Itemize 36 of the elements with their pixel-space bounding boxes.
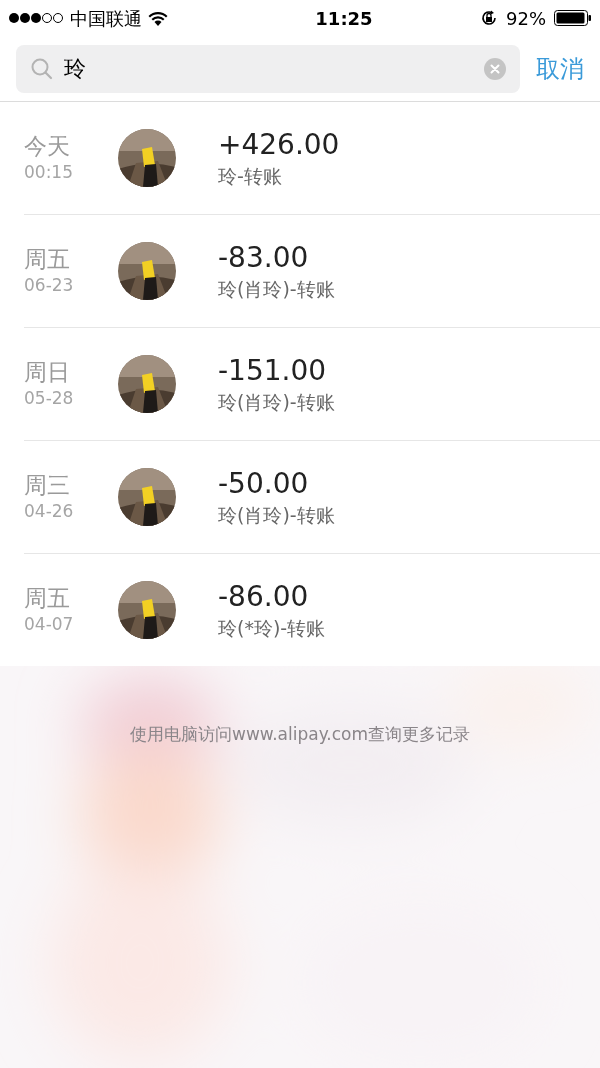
- time-label: 06-23: [24, 277, 75, 294]
- amount: -86.00: [218, 582, 310, 611]
- record-row[interactable]: 今天 00:15 +426.00 玲-转账: [0, 102, 600, 214]
- time-label: 00:15: [24, 164, 74, 181]
- record-row[interactable]: 周五 04-07 -86.00 玲(*玲)-转账: [0, 554, 600, 666]
- signal-icon: [8, 12, 64, 24]
- carrier-name: 中国联通: [70, 6, 142, 31]
- clear-icon[interactable]: [484, 57, 506, 80]
- time-label: 04-07: [24, 616, 75, 633]
- search-field[interactable]: 玲: [16, 44, 520, 93]
- amount: +426.00: [218, 130, 340, 159]
- transaction-description: 玲(肖玲)-转账: [218, 392, 335, 412]
- time-label: 04-26: [24, 503, 75, 520]
- wifi-icon: [148, 10, 168, 26]
- record-row[interactable]: 周日 05-28 -151.00 玲(肖玲)-转账: [0, 328, 600, 440]
- day-label: 今天: [24, 135, 71, 158]
- transaction-description: 玲(*玲)-转账: [218, 618, 326, 638]
- amount: -50.00: [218, 469, 310, 498]
- transaction-description: 玲(肖玲)-转账: [218, 505, 335, 525]
- transaction-description: 玲-转账: [218, 166, 283, 186]
- day-label: 周日: [24, 361, 71, 384]
- battery-percent: 92%: [506, 6, 546, 31]
- transaction-description: 玲(肖玲)-转账: [218, 279, 335, 299]
- rotation-lock-icon: [480, 9, 498, 27]
- amount: -83.00: [218, 243, 310, 272]
- battery-icon: [554, 9, 592, 27]
- search-icon: [30, 56, 54, 81]
- amount: -151.00: [218, 356, 328, 385]
- record-row[interactable]: 周三 04-26 -50.00 玲(肖玲)-转账: [0, 441, 600, 553]
- day-label: 周五: [24, 587, 71, 610]
- time-label: 05-28: [24, 390, 75, 407]
- footer-note: 使用电脑访问www.alipay.com查询更多记录: [130, 723, 470, 746]
- day-label: 周三: [24, 474, 71, 497]
- clock-time: 11:25: [314, 6, 373, 31]
- day-label: 周五: [24, 248, 71, 271]
- record-row[interactable]: 周五 06-23 -83.00 玲(肖玲)-转账: [0, 215, 600, 327]
